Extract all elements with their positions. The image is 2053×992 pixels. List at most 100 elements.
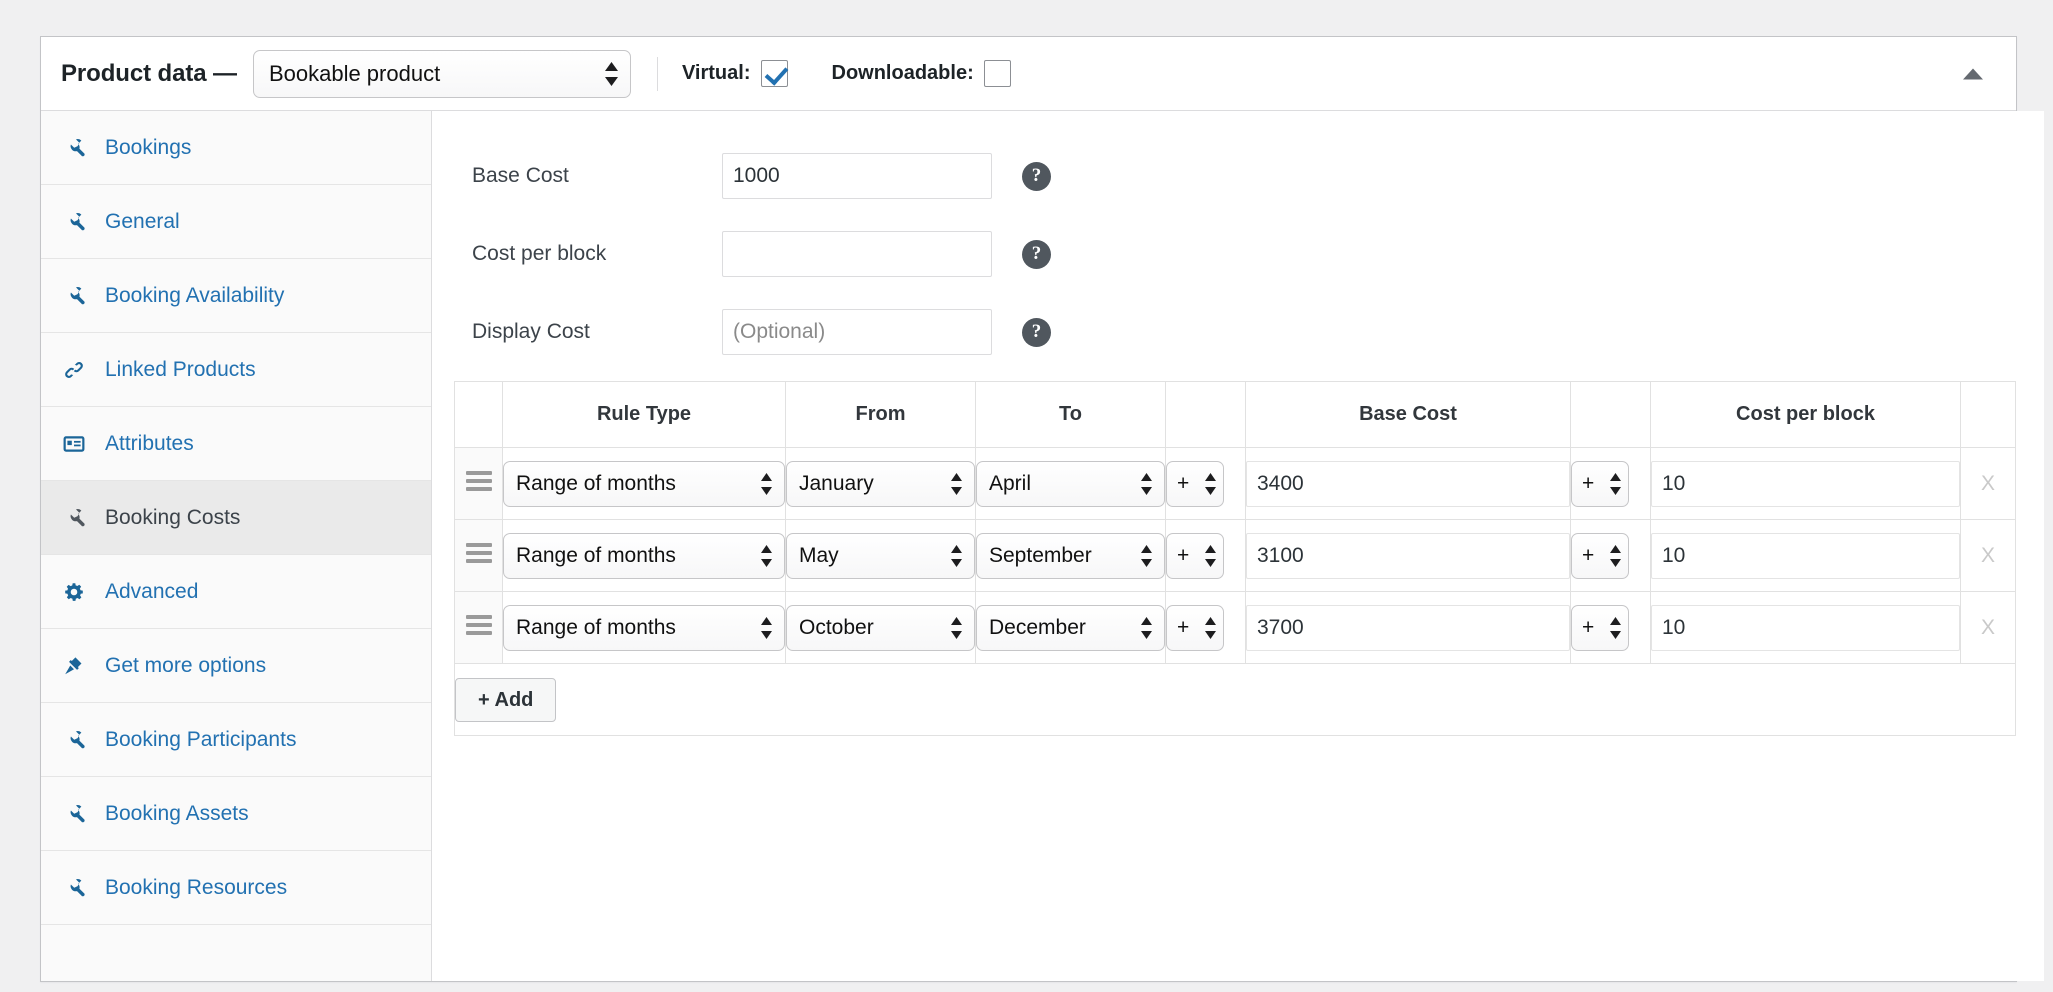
product-data-tabs: Bookings General Booking Availability Li… <box>41 111 432 981</box>
cell-rule-type: Range of months <box>502 447 786 520</box>
add-rule-button[interactable]: + Add <box>455 677 557 722</box>
block-cost-modifier-select[interactable]: + <box>1571 532 1629 579</box>
from-month-select[interactable]: January <box>786 460 975 507</box>
base-cost-label: Base Cost <box>472 164 569 187</box>
downloadable-label-text: Downloadable: <box>831 62 974 84</box>
col-header-delete <box>1960 381 2016 448</box>
sidebar-item-booking-resources[interactable]: Booking Resources <box>41 851 431 925</box>
product-type-select-wrap: Bookable product <box>252 49 631 98</box>
sidebar-item-attributes[interactable]: Attributes <box>41 407 431 481</box>
sidebar-item-advanced[interactable]: Advanced <box>41 555 431 629</box>
table-row: Range of months January April + 3400 + 1… <box>454 447 2016 520</box>
col-header-from: From <box>785 381 976 448</box>
base-cost-rule-input[interactable] <box>1246 460 1570 507</box>
cost-per-block-rule-input[interactable] <box>1651 604 1960 651</box>
table-row: Range of months May September + 3100 + 1… <box>454 519 2016 592</box>
downloadable-checkbox-label[interactable]: Downloadable: <box>832 60 1011 87</box>
delete-row-button[interactable]: X <box>1981 616 1995 640</box>
base-cost-rule-input[interactable] <box>1246 604 1570 651</box>
cell-base-cost <box>1245 447 1571 520</box>
sidebar-item-linked-products[interactable]: Linked Products <box>41 333 431 407</box>
cell-base-cost <box>1245 519 1571 592</box>
cell-base-cost <box>1245 591 1571 664</box>
col-header-handle <box>454 381 503 448</box>
help-icon[interactable]: ? <box>1022 317 1051 347</box>
booking-costs-panel: Base Cost ? Cost per block ? Display Cos… <box>432 111 2044 981</box>
cell-cost-per-block <box>1650 447 1961 520</box>
col-header-base-modifier <box>1165 381 1246 448</box>
to-month-select[interactable]: December <box>976 604 1165 651</box>
sidebar-item-get-more-options[interactable]: Get more options <box>41 629 431 703</box>
block-cost-modifier-select[interactable]: + <box>1571 460 1629 507</box>
cell-delete: X <box>1960 447 2016 520</box>
downloadable-checkbox[interactable] <box>983 60 1011 87</box>
block-cost-modifier-select[interactable]: + <box>1571 604 1629 651</box>
product-type-select[interactable]: Bookable product <box>252 49 631 98</box>
display-cost-input[interactable] <box>722 309 992 355</box>
col-header-base-cost: Base Cost <box>1245 381 1571 448</box>
cell-to: September <box>975 519 1166 592</box>
from-month-select[interactable]: May <box>786 532 975 579</box>
base-cost-modifier-select[interactable]: + <box>1166 604 1224 651</box>
gear-icon <box>63 581 93 603</box>
cost-per-block-input[interactable] <box>722 231 992 277</box>
display-cost-label: Display Cost <box>472 320 590 343</box>
sidebar-item-label: Bookings <box>105 135 192 159</box>
product-data-body: Bookings General Booking Availability Li… <box>41 111 2044 981</box>
sidebar-item-label: Booking Availability <box>105 283 285 307</box>
cell-delete: X <box>1960 591 2016 664</box>
sidebar-item-general[interactable]: General <box>41 185 431 259</box>
sidebar-item-booking-participants[interactable]: Booking Participants <box>41 703 431 777</box>
field-row-cost-per-block: Cost per block ? <box>454 215 2016 293</box>
row-drag-handle[interactable] <box>454 591 503 664</box>
row-drag-handle[interactable] <box>454 447 503 520</box>
to-month-select[interactable]: September <box>976 532 1165 579</box>
cell-rule-type: Range of months <box>502 591 786 664</box>
product-data-header: Product data — Bookable product Virtual: <box>41 37 2016 111</box>
cell-from: October <box>785 591 976 664</box>
sidebar-item-label: Booking Resources <box>105 875 288 899</box>
table-header-row: Rule Type From To Base Cost Cost per blo… <box>454 381 2016 448</box>
cell-base-modifier: + <box>1165 447 1246 520</box>
sidebar-item-label: Booking Participants <box>105 727 297 751</box>
drag-handle-icon <box>465 467 492 495</box>
drag-handle-icon <box>465 539 492 567</box>
cell-add-rule: + Add <box>454 663 2016 736</box>
plugin-icon <box>63 655 93 677</box>
collapse-panel-button[interactable] <box>1954 59 1992 88</box>
delete-row-button[interactable]: X <box>1981 472 1995 496</box>
cell-base-modifier: + <box>1165 519 1246 592</box>
product-data-metabox: Product data — Bookable product Virtual: <box>40 36 2044 982</box>
cost-per-block-rule-input[interactable] <box>1651 460 1960 507</box>
from-month-select[interactable]: October <box>786 604 975 651</box>
base-cost-modifier-select[interactable]: + <box>1166 532 1224 579</box>
cell-to: December <box>975 591 1166 664</box>
to-month-select[interactable]: April <box>976 460 1165 507</box>
help-icon[interactable]: ? <box>1022 239 1051 269</box>
col-header-rule-type: Rule Type <box>502 381 786 448</box>
rule-type-select[interactable]: Range of months <box>503 460 785 507</box>
row-drag-handle[interactable] <box>454 519 503 592</box>
cell-cost-per-block <box>1650 591 1961 664</box>
sidebar-item-booking-costs[interactable]: Booking Costs <box>41 481 431 555</box>
base-cost-rule-input[interactable] <box>1246 532 1570 579</box>
cost-per-block-label: Cost per block <box>472 242 607 265</box>
rule-type-select[interactable]: Range of months <box>503 604 785 651</box>
table-row: Range of months October December + 3700 … <box>454 591 2016 664</box>
sidebar-item-label: General <box>105 209 180 233</box>
cost-per-block-rule-input[interactable] <box>1651 532 1960 579</box>
base-cost-modifier-select[interactable]: + <box>1166 460 1224 507</box>
sidebar-item-label: Linked Products <box>105 357 256 381</box>
link-icon <box>63 359 93 381</box>
drag-handle-icon <box>465 611 492 639</box>
rule-type-select[interactable]: Range of months <box>503 532 785 579</box>
virtual-checkbox[interactable] <box>760 60 788 87</box>
help-icon[interactable]: ? <box>1022 161 1051 191</box>
sidebar-item-booking-assets[interactable]: Booking Assets <box>41 777 431 851</box>
sidebar-item-bookings[interactable]: Bookings <box>41 111 431 185</box>
virtual-checkbox-label[interactable]: Virtual: <box>682 60 788 87</box>
base-cost-input[interactable] <box>722 153 992 199</box>
sidebar-item-booking-availability[interactable]: Booking Availability <box>41 259 431 333</box>
table-footer-row: + Add <box>454 663 2016 736</box>
delete-row-button[interactable]: X <box>1981 544 1995 568</box>
